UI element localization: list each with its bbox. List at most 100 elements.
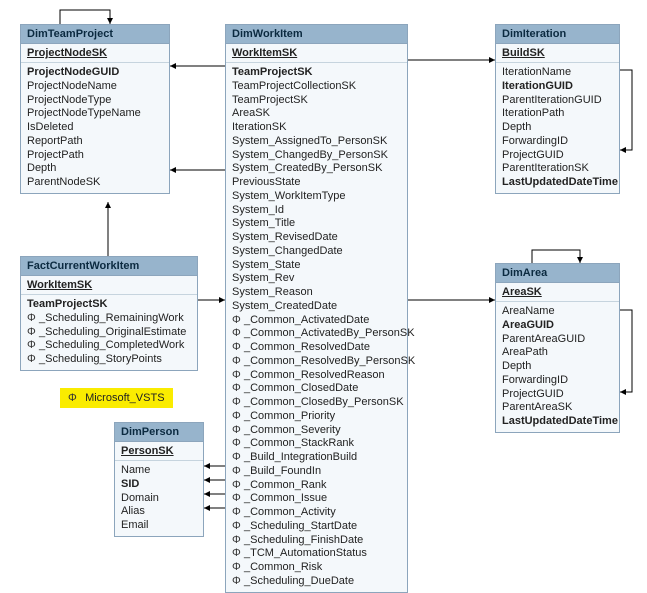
field-label: Domain [121, 492, 159, 504]
phi-icon: Φ [232, 424, 244, 438]
phi-icon: Φ [232, 534, 244, 548]
field-label: ReportPath [27, 135, 83, 147]
field-label: ForwardingID [502, 135, 568, 147]
field-row: Φ_Scheduling_DueDate [232, 575, 401, 589]
field-row: Φ_Scheduling_StoryPoints [27, 353, 191, 367]
phi-icon: Φ [68, 392, 82, 404]
table-pk: WorkItemSK [226, 44, 407, 63]
legend-label: Microsoft_VSTS [85, 392, 164, 404]
field-label: System_AssignedTo_PersonSK [232, 135, 387, 147]
field-row: ProjectGUID [502, 149, 613, 163]
field-label: _Common_Activity [244, 506, 336, 518]
field-label: AreaGUID [502, 319, 554, 331]
field-label: Name [121, 464, 150, 476]
field-label: AreaName [502, 305, 555, 317]
phi-icon: Φ [232, 396, 244, 410]
field-row: AreaGUID [502, 319, 613, 333]
field-label: _Common_ResolvedDate [244, 341, 370, 353]
field-label: System_Reason [232, 286, 313, 298]
field-row: IterationGUID [502, 80, 613, 94]
field-label: _Build_FoundIn [244, 465, 321, 477]
table-fields: TeamProjectSKTeamProjectCollectionSKTeam… [226, 63, 407, 592]
table-pk: ProjectNodeSK [21, 44, 169, 63]
field-label: _Common_Risk [244, 561, 322, 573]
field-label: _Scheduling_DueDate [244, 575, 354, 587]
field-label: ProjectNodeGUID [27, 66, 119, 78]
field-row: Φ_Build_FoundIn [232, 465, 401, 479]
field-label: IterationPath [502, 107, 564, 119]
field-row: Φ_Build_IntegrationBuild [232, 451, 401, 465]
field-row: ForwardingID [502, 374, 613, 388]
field-label: ParentAreaSK [502, 401, 572, 413]
phi-icon: Φ [27, 339, 39, 353]
table-title: DimIteration [496, 25, 619, 44]
field-row: Φ_Common_Rank [232, 479, 401, 493]
field-row: Φ_Common_ActivatedDate [232, 314, 401, 328]
field-row: Name [121, 464, 197, 478]
phi-icon: Φ [232, 520, 244, 534]
field-row: System_Id [232, 204, 401, 218]
phi-icon: Φ [232, 327, 244, 341]
table-pk: AreaSK [496, 283, 619, 302]
field-label: ParentAreaGUID [502, 333, 585, 345]
field-label: LastUpdatedDateTime [502, 176, 618, 188]
field-row: System_Title [232, 217, 401, 231]
field-row: Alias [121, 505, 197, 519]
table-dim-iteration: DimIteration BuildSK IterationName Iterat… [495, 24, 620, 194]
phi-icon: Φ [232, 382, 244, 396]
field-label: _Common_Issue [244, 492, 327, 504]
field-row: Φ_Scheduling_CompletedWork [27, 339, 191, 353]
field-label: ForwardingID [502, 374, 568, 386]
field-label: ProjectPath [27, 149, 84, 161]
table-dim-work-item: DimWorkItem WorkItemSK TeamProjectSKTeam… [225, 24, 408, 593]
field-label: TeamProjectSK [27, 298, 108, 310]
field-row: Φ_Common_Issue [232, 492, 401, 506]
field-row: Φ_Scheduling_FinishDate [232, 534, 401, 548]
field-row: Domain [121, 492, 197, 506]
field-row: Φ_Scheduling_StartDate [232, 520, 401, 534]
field-row: IsDeleted [27, 121, 163, 135]
field-row: ParentIterationSK [502, 162, 613, 176]
phi-icon: Φ [232, 341, 244, 355]
field-row: IterationSK [232, 121, 401, 135]
field-row: System_Reason [232, 286, 401, 300]
field-label: Depth [502, 121, 531, 133]
field-label: _Scheduling_CompletedWork [39, 339, 184, 351]
field-label: System_Title [232, 217, 295, 229]
field-row: Φ_Scheduling_OriginalEstimate [27, 326, 191, 340]
field-label: _Scheduling_OriginalEstimate [39, 326, 186, 338]
field-row: AreaName [502, 305, 613, 319]
field-row: System_AssignedTo_PersonSK [232, 135, 401, 149]
field-row: AreaPath [502, 346, 613, 360]
field-label: TeamProjectSK [232, 94, 308, 106]
field-row: System_State [232, 259, 401, 273]
table-pk: WorkItemSK [21, 276, 197, 295]
field-row: ParentIterationGUID [502, 94, 613, 108]
field-label: Depth [502, 360, 531, 372]
field-label: System_CreatedBy_PersonSK [232, 162, 382, 174]
field-row: Φ_Common_ClosedDate [232, 382, 401, 396]
field-label: System_CreatedDate [232, 300, 337, 312]
field-label: _Scheduling_FinishDate [244, 534, 363, 546]
field-label: IterationName [502, 66, 571, 78]
field-label: IterationGUID [502, 80, 573, 92]
table-pk: BuildSK [496, 44, 619, 63]
field-label: _TCM_AutomationStatus [244, 547, 367, 559]
field-label: _Common_ActivatedBy_PersonSK [244, 327, 415, 339]
field-label: System_ChangedDate [232, 245, 343, 257]
phi-icon: Φ [232, 465, 244, 479]
field-label: System_ChangedBy_PersonSK [232, 149, 388, 161]
field-label: ParentNodeSK [27, 176, 100, 188]
field-row: Depth [502, 360, 613, 374]
field-label: System_WorkItemType [232, 190, 346, 202]
field-row: System_ChangedBy_PersonSK [232, 149, 401, 163]
field-row: Φ_Common_StackRank [232, 437, 401, 451]
field-row: Φ_Common_ClosedBy_PersonSK [232, 396, 401, 410]
field-label: ProjectNodeName [27, 80, 117, 92]
field-row: Φ_Common_ResolvedReason [232, 369, 401, 383]
field-label: _Common_StackRank [244, 437, 354, 449]
field-row: Φ_TCM_AutomationStatus [232, 547, 401, 561]
field-row: Φ_Common_Risk [232, 561, 401, 575]
field-label: ProjectGUID [502, 149, 564, 161]
field-label: System_Rev [232, 272, 294, 284]
